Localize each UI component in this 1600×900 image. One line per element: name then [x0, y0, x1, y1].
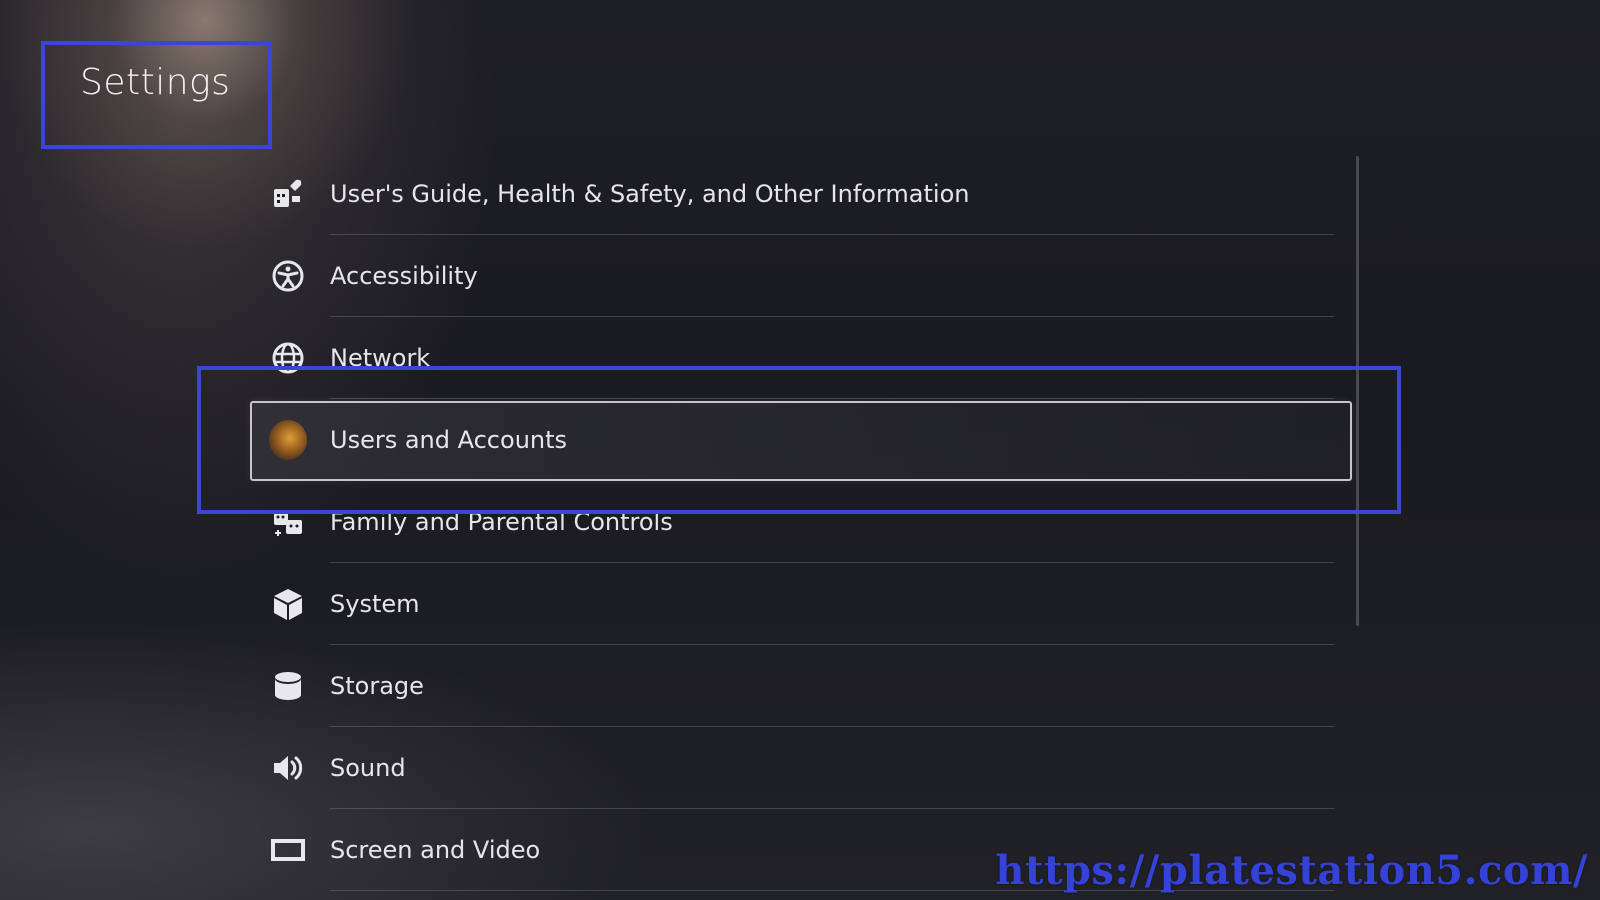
globe-icon — [269, 339, 307, 377]
menu-item-label: Accessibility — [330, 262, 478, 290]
accessibility-icon — [269, 257, 307, 295]
menu-item-label: Sound — [330, 754, 406, 782]
menu-item-label: Users and Accounts — [330, 426, 568, 454]
menu-item-label: Network — [330, 344, 431, 372]
menu-item-storage[interactable]: Storage — [250, 645, 1350, 727]
menu-item-users-and-accounts[interactable]: Users and Accounts — [250, 399, 1352, 481]
page-title: Settings — [80, 62, 231, 103]
user-avatar-image — [269, 420, 307, 460]
menu-item-label: System — [330, 590, 420, 618]
menu-item-label: Storage — [330, 672, 424, 700]
menu-item-users-guide[interactable]: User's Guide, Health & Safety, and Other… — [250, 153, 1350, 235]
menu-item-network[interactable]: Network — [250, 317, 1350, 399]
speaker-icon — [269, 749, 307, 787]
cube-icon — [269, 585, 307, 623]
avatar — [269, 420, 307, 460]
guide-icon — [269, 175, 307, 213]
menu-item-label: Family and Parental Controls — [330, 508, 673, 536]
menu-item-system[interactable]: System — [250, 563, 1350, 645]
menu-item-accessibility[interactable]: Accessibility — [250, 235, 1350, 317]
watermark-url: https://platestation5.com/ — [995, 847, 1588, 894]
scrollbar[interactable] — [1356, 156, 1359, 626]
family-icon — [269, 503, 307, 541]
menu-item-label: User's Guide, Health & Safety, and Other… — [330, 180, 970, 208]
settings-menu: User's Guide, Health & Safety, and Other… — [250, 153, 1352, 891]
storage-icon — [269, 667, 307, 705]
menu-item-sound[interactable]: Sound — [250, 727, 1350, 809]
screen-icon — [269, 831, 307, 869]
menu-item-label: Screen and Video — [330, 836, 541, 864]
menu-item-family-and-parental-controls[interactable]: Family and Parental Controls — [250, 481, 1350, 563]
